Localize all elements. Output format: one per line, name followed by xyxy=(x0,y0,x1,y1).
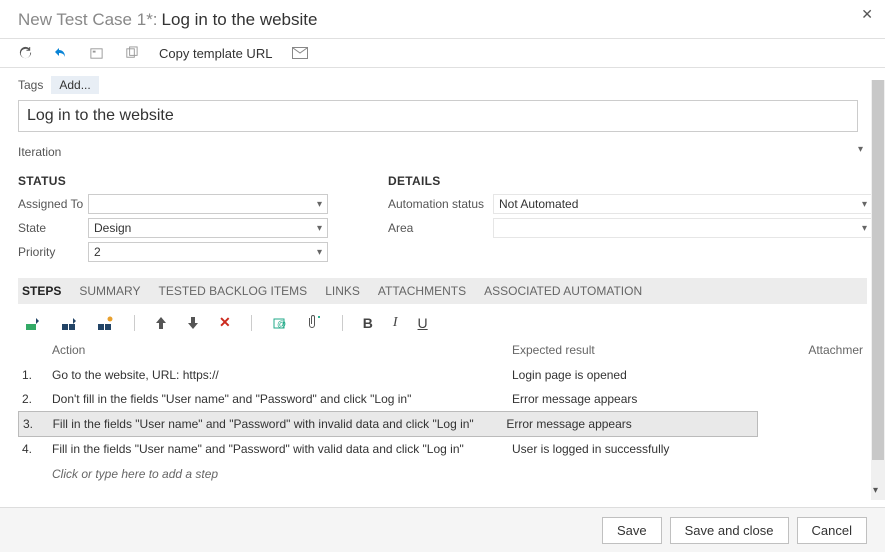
bold-icon[interactable]: B xyxy=(363,315,373,331)
close-icon[interactable]: ✕ xyxy=(861,6,873,23)
tab-steps[interactable]: STEPS xyxy=(22,284,61,298)
add-attachment-icon[interactable] xyxy=(308,315,322,330)
insert-step-icon[interactable] xyxy=(26,316,42,330)
column-expected: Expected result xyxy=(512,343,762,357)
move-down-icon[interactable] xyxy=(187,316,199,330)
separator xyxy=(251,315,252,331)
tags-row: Tags Add... xyxy=(18,76,867,94)
tags-add-button[interactable]: Add... xyxy=(51,76,98,94)
assigned-to-label: Assigned To xyxy=(18,197,88,211)
details-heading: DETAILS xyxy=(388,174,873,188)
save-and-close-button[interactable]: Save and close xyxy=(670,517,789,544)
iteration-select[interactable]: ▾ xyxy=(88,142,867,162)
steps-header-row: Action Expected result Attachmer xyxy=(18,339,867,363)
column-attachments: Attachmer xyxy=(762,343,863,357)
area-select[interactable]: ▾ xyxy=(493,218,873,238)
state-label: State xyxy=(18,221,88,235)
move-up-icon[interactable] xyxy=(155,316,167,330)
status-heading: STATUS xyxy=(18,174,328,188)
chevron-down-icon: ▾ xyxy=(317,199,322,210)
mail-icon[interactable] xyxy=(292,47,308,59)
tab-bar: STEPS SUMMARY TESTED BACKLOG ITEMS LINKS… xyxy=(18,278,867,304)
vertical-scrollbar[interactable]: ▾ xyxy=(871,80,885,500)
scroll-down-icon[interactable]: ▾ xyxy=(873,485,878,496)
dialog-header: New Test Case 1*: Log in to the website xyxy=(0,0,885,39)
copy-icon[interactable] xyxy=(124,46,139,61)
header-title: Log in to the website xyxy=(162,10,318,30)
insert-shared-step-icon[interactable] xyxy=(62,316,78,330)
italic-icon[interactable]: I xyxy=(393,315,398,331)
main-toolbar: Copy template URL xyxy=(0,39,885,68)
delete-step-icon[interactable]: ✕ xyxy=(219,314,231,331)
save-button[interactable]: Save xyxy=(602,517,662,544)
insert-parameter-icon[interactable]: @ xyxy=(272,316,288,330)
automation-status-select[interactable]: Not Automated▾ xyxy=(493,194,873,214)
tab-links[interactable]: LINKS xyxy=(325,284,360,298)
copy-template-url[interactable]: Copy template URL xyxy=(159,46,272,61)
create-shared-step-icon[interactable] xyxy=(98,316,114,330)
underline-icon[interactable]: U xyxy=(418,315,428,331)
chevron-down-icon: ▾ xyxy=(317,247,322,258)
area-label: Area xyxy=(388,221,493,235)
svg-text:@: @ xyxy=(277,319,286,329)
automation-status-label: Automation status xyxy=(388,197,493,211)
scrollbar-thumb[interactable] xyxy=(872,80,884,460)
step-row[interactable]: 3. Fill in the fields "User name" and "P… xyxy=(18,411,758,437)
assigned-to-select[interactable]: ▾ xyxy=(88,194,328,214)
dialog-footer: Save Save and close Cancel xyxy=(0,507,885,552)
body-area: Tags Add... Iteration ▾ STATUS Assigned … xyxy=(0,68,885,498)
chevron-down-icon: ▾ xyxy=(862,223,867,234)
tab-tested-backlog[interactable]: TESTED BACKLOG ITEMS xyxy=(158,284,307,298)
add-step-placeholder: Click or type here to add a step xyxy=(52,467,218,481)
refresh-icon[interactable] xyxy=(18,46,33,61)
header-prefix: New Test Case 1*: xyxy=(18,10,158,30)
undo-icon[interactable] xyxy=(53,45,69,61)
title-input[interactable] xyxy=(18,100,858,132)
column-action: Action xyxy=(52,343,512,357)
iteration-row: Iteration ▾ xyxy=(18,142,867,162)
state-select[interactable]: Design▾ xyxy=(88,218,328,238)
chevron-down-icon: ▾ xyxy=(858,144,863,155)
iteration-label: Iteration xyxy=(18,145,88,159)
priority-select[interactable]: 2▾ xyxy=(88,242,328,262)
cancel-button[interactable]: Cancel xyxy=(797,517,867,544)
chevron-down-icon: ▾ xyxy=(317,223,322,234)
step-row[interactable]: 1. Go to the website, URL: https:// Logi… xyxy=(18,363,867,387)
priority-label: Priority xyxy=(18,245,88,259)
steps-toolbar: ✕ @ B I U xyxy=(18,304,867,339)
step-row[interactable]: 4. Fill in the fields "User name" and "P… xyxy=(18,437,867,461)
add-step-placeholder-row[interactable]: Click or type here to add a step xyxy=(18,461,867,493)
tab-attachments[interactable]: ATTACHMENTS xyxy=(378,284,466,298)
tab-summary[interactable]: SUMMARY xyxy=(79,284,140,298)
separator xyxy=(342,315,343,331)
chevron-down-icon: ▾ xyxy=(862,199,867,210)
step-row[interactable]: 2. Don't fill in the fields "User name" … xyxy=(18,387,867,411)
tab-associated-automation[interactable]: ASSOCIATED AUTOMATION xyxy=(484,284,642,298)
template-icon[interactable] xyxy=(89,46,104,61)
tags-label: Tags xyxy=(18,78,43,92)
separator xyxy=(134,315,135,331)
